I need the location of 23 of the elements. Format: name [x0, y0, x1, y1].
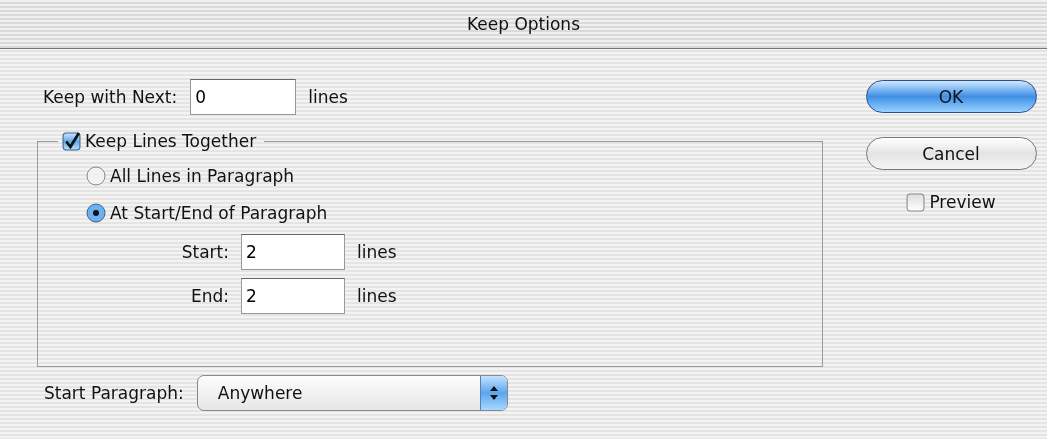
field-label: Start Paragraph: — [44, 383, 184, 403]
checkbox-label: Preview — [929, 192, 996, 212]
input-field[interactable]: 2 — [241, 234, 345, 270]
field-label: Start: — [180, 242, 229, 262]
radio-label: All Lines in Paragraph — [110, 166, 295, 186]
cancel-button[interactable]: Cancel — [865, 137, 1037, 170]
checkbox[interactable] — [906, 192, 926, 212]
field-label: End: — [189, 286, 229, 306]
unit-label: lines — [357, 242, 397, 262]
radio-button[interactable] — [86, 203, 106, 223]
unit-label: lines — [308, 87, 348, 107]
checkbox-label: Keep Lines Together — [85, 131, 257, 151]
input-field[interactable]: 0 — [190, 79, 297, 115]
input-field[interactable]: 2 — [241, 278, 345, 314]
window-title: Keep Options — [467, 14, 580, 34]
unit-label: lines — [357, 286, 397, 306]
field-label: Keep with Next: — [43, 87, 178, 107]
ok-button[interactable]: OK — [865, 80, 1037, 113]
radio-label: At Start/End of Paragraph — [110, 203, 328, 223]
radio-button[interactable] — [86, 166, 106, 186]
popup-menu[interactable]: Anywhere — [196, 375, 508, 411]
stepper-arrows-icon — [479, 376, 507, 410]
checkbox[interactable] — [62, 131, 81, 151]
